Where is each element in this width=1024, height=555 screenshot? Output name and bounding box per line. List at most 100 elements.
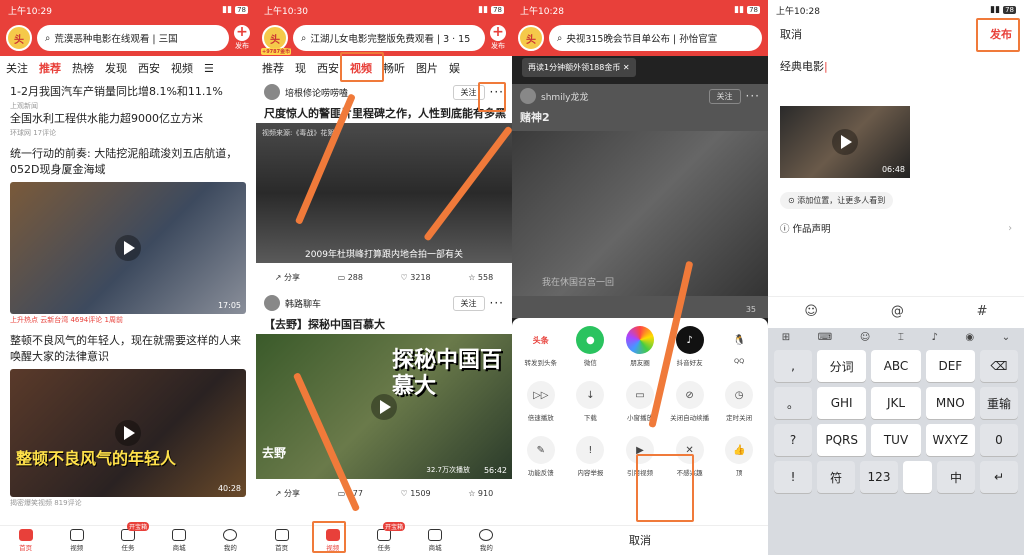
tab-follow[interactable]: 关注 xyxy=(6,60,28,76)
key-reset[interactable]: 重输 xyxy=(979,387,1018,419)
key-abc[interactable]: ABC xyxy=(871,350,921,382)
app-logo[interactable]: 头 +9787金币 xyxy=(261,25,292,55)
app-logo[interactable]: 头 xyxy=(518,25,544,51)
key-segment[interactable]: 分词 xyxy=(817,350,867,382)
nav-mall[interactable]: 商城 xyxy=(428,529,443,552)
star-button[interactable]: ☆ 910 xyxy=(468,489,493,498)
key-tuv[interactable]: TUV xyxy=(871,424,921,456)
timer-button[interactable]: ◷ 定时关闭 xyxy=(718,381,760,422)
list-item[interactable]: 统一行动的前奏: 大陆挖泥船疏浚刘五店航道，052D现身厦金海域 17:05 上… xyxy=(0,142,256,329)
follow-button[interactable]: 关注 xyxy=(452,295,485,311)
key-mno[interactable]: MNO xyxy=(925,387,975,419)
tab-ent[interactable]: 娱 xyxy=(449,60,460,76)
search-input[interactable]: ⌕ 央视315晚会节目单公布 | 孙怡官宣 xyxy=(549,25,762,51)
post-text-field[interactable]: 经典电影| xyxy=(768,48,1024,84)
tab-hot[interactable]: 热榜 xyxy=(72,60,94,76)
top-button[interactable]: 👍 顶 xyxy=(718,436,760,477)
backspace-key[interactable]: ⌫ xyxy=(979,350,1018,382)
key-chinese[interactable]: 中 xyxy=(937,461,975,493)
publish-button[interactable]: + 发布 xyxy=(490,25,506,51)
tab-discover[interactable]: 发现 xyxy=(105,60,127,76)
emoji-icon[interactable]: ☺ xyxy=(804,304,818,319)
tab-audio[interactable]: 畅听 xyxy=(383,60,405,76)
speed-button[interactable]: ▷▷ 倍速播放 xyxy=(520,381,562,422)
share-moments[interactable]: 朋友圈 xyxy=(619,326,661,367)
key-pqrs[interactable]: PQRS xyxy=(817,424,867,456)
video-title[interactable]: 【去野】探秘中国百慕大 xyxy=(256,315,512,334)
feedback-button[interactable]: ✎ 功能反馈 xyxy=(520,436,562,477)
nav-task[interactable]: 开宝箱 任务 xyxy=(376,522,405,552)
nav-mine[interactable]: 我的 xyxy=(479,529,494,552)
share-button[interactable]: ↗ 分享 xyxy=(275,272,300,283)
comment-button[interactable]: ▭ 288 xyxy=(338,273,363,282)
nav-video[interactable]: 视频 xyxy=(69,529,84,552)
nav-home[interactable]: 首页 xyxy=(274,529,289,552)
nav-home[interactable]: 首页 xyxy=(18,529,33,552)
enter-key[interactable]: ↵ xyxy=(980,461,1018,493)
avatar[interactable] xyxy=(264,295,280,311)
key-question[interactable]: ? xyxy=(774,424,812,456)
chevron-down-icon[interactable]: ⌄ xyxy=(1002,332,1010,343)
mic-icon[interactable]: ♪ xyxy=(931,332,937,343)
add-location-button[interactable]: ⊙ 添加位置，让更多人看到 xyxy=(780,192,894,209)
quoted-video-thumb[interactable]: 06:48 xyxy=(780,106,910,178)
tab-recommend[interactable]: 推荐 xyxy=(39,60,61,76)
list-item[interactable]: 整顿不良风气的年轻人，现在就需要这样的人来唤醒大家的法律意识 整顿不良风气的年轻… xyxy=(0,329,256,512)
key-wxyz[interactable]: WXYZ xyxy=(925,424,975,456)
publish-button[interactable]: + 发布 xyxy=(234,25,250,51)
key-def[interactable]: DEF xyxy=(925,350,975,382)
tab-xian[interactable]: 西安 xyxy=(317,60,339,76)
key-123[interactable]: 123 xyxy=(860,461,898,493)
like-button[interactable]: ♡ 1509 xyxy=(401,489,431,498)
tab-xian[interactable]: 西安 xyxy=(138,60,160,76)
tab-recommend[interactable]: 推荐 xyxy=(262,60,284,76)
video-player[interactable]: 视频来源:《毒战》花絮 2009年杜琪峰打算跟内地合拍一部有关 xyxy=(256,123,512,263)
grid-icon[interactable]: ⊞ xyxy=(782,332,790,343)
like-button[interactable]: ♡ 3218 xyxy=(401,273,431,282)
mention-icon[interactable]: @ xyxy=(891,304,904,319)
app-logo[interactable]: 头 xyxy=(6,25,32,51)
menu-icon[interactable]: ☰ xyxy=(204,62,214,75)
author-name[interactable]: 韩路聊车 xyxy=(285,297,321,310)
tab-video[interactable]: 视频 xyxy=(171,60,193,76)
list-item[interactable]: 1-2月我国汽车产销量同比增8.1%和11.1% 上观新闻 全国水利工程供水能力… xyxy=(0,80,256,142)
key-symbol[interactable]: 符 xyxy=(817,461,855,493)
emoji-icon[interactable]: ☺ xyxy=(860,332,870,343)
share-toutiao[interactable]: 头条 转发到头条 xyxy=(520,326,562,367)
statement-row[interactable]: ⓘ 作品声明 › xyxy=(780,217,1012,239)
key-zero[interactable]: 0 xyxy=(979,424,1018,456)
author-name[interactable]: 培根修论唠唠嗑 xyxy=(285,86,348,99)
cancel-button[interactable]: 取消 xyxy=(512,525,768,555)
report-button[interactable]: ! 内容举报 xyxy=(569,436,611,477)
key-jkl[interactable]: JKL xyxy=(871,387,921,419)
key-exclaim[interactable]: ! xyxy=(774,461,812,493)
skin-icon[interactable]: ◉ xyxy=(965,332,974,343)
more-icon[interactable]: ··· xyxy=(490,296,504,310)
key-period[interactable]: 。 xyxy=(774,387,812,419)
share-wechat[interactable]: ● 微信 xyxy=(569,326,611,367)
autoplay-off-button[interactable]: ⊘ 关闭自动续播 xyxy=(669,381,711,422)
cursor-icon[interactable]: ⌶ xyxy=(898,332,904,343)
search-input[interactable]: ⌕ 江湖儿女电影完整版免费观看 | 3 · 15 xyxy=(293,25,485,51)
tab-images[interactable]: 图片 xyxy=(416,60,438,76)
tab-now[interactable]: 现 xyxy=(295,60,306,76)
video-thumbnail[interactable]: 17:05 xyxy=(10,182,246,314)
video-thumbnail[interactable]: 整顿不良风气的年轻人 40:28 xyxy=(10,369,246,497)
nav-task[interactable]: 开宝箱 任务 xyxy=(120,522,149,552)
keyboard-icon[interactable]: ⌨ xyxy=(818,332,832,343)
download-button[interactable]: ↓ 下载 xyxy=(569,381,611,422)
share-qq[interactable]: 🐧 QQ xyxy=(718,326,760,367)
key-comma[interactable]: , xyxy=(774,350,812,382)
nav-mall[interactable]: 商城 xyxy=(172,529,187,552)
space-key[interactable] xyxy=(903,461,932,493)
search-input[interactable]: ⌕ 荒漠恶种电影在线观看 | 三国 xyxy=(37,25,229,51)
key-ghi[interactable]: GHI xyxy=(817,387,867,419)
hashtag-icon[interactable]: # xyxy=(977,304,988,319)
close-icon[interactable]: ✕ xyxy=(623,63,630,72)
video-title[interactable]: 尺度惊人的警匪片里程碑之作，人性到底能有多黑 xyxy=(256,104,512,123)
star-button[interactable]: ☆ 558 xyxy=(468,273,493,282)
avatar[interactable] xyxy=(264,84,280,100)
video-player[interactable]: 探秘中国百慕大 去野 32.7万次播放 56:42 xyxy=(256,334,512,479)
cancel-button[interactable]: 取消 xyxy=(780,26,802,42)
reward-banner[interactable]: 再读1分钟额外领188金币 ✕ xyxy=(522,58,636,77)
